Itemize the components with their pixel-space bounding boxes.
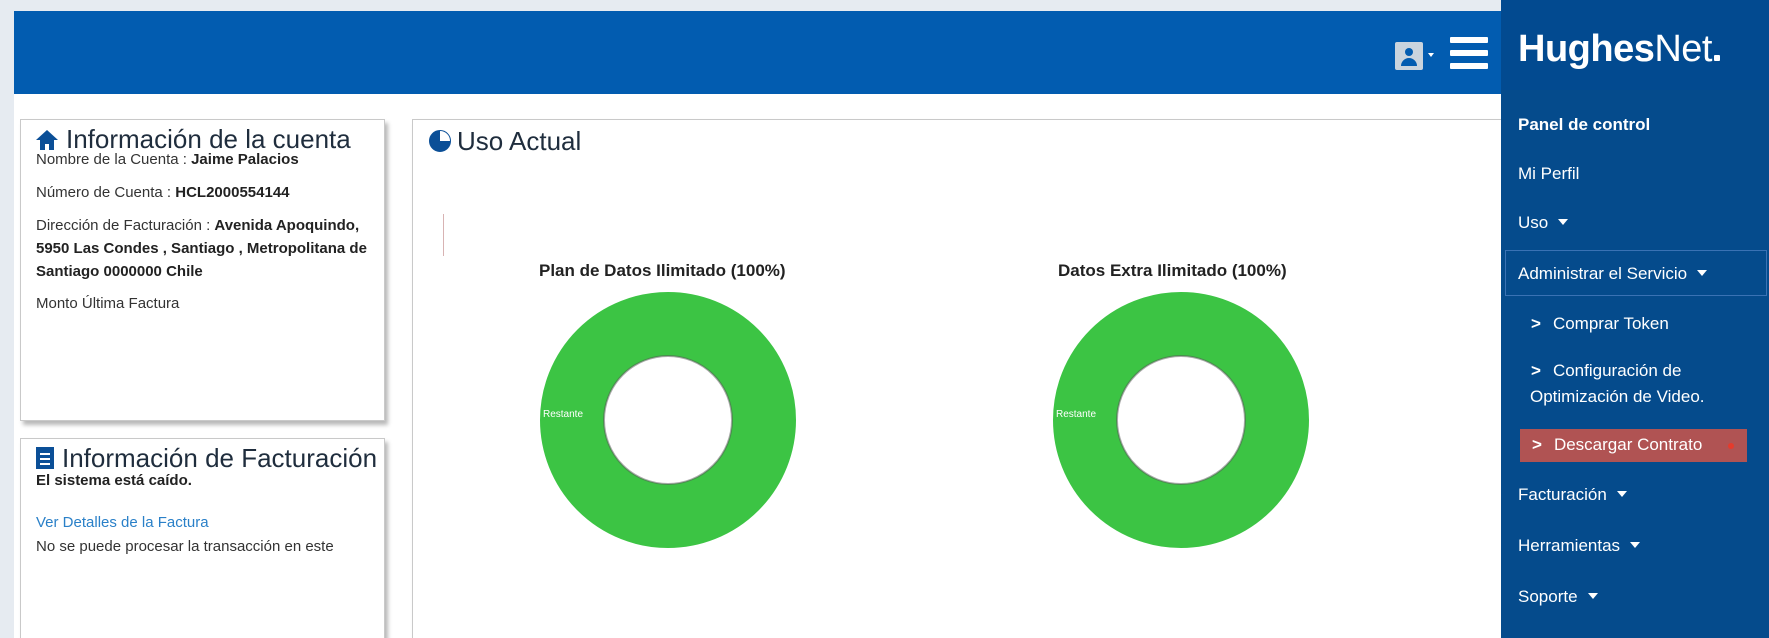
submenu-configuracion-video[interactable]: > Configuración de — [1531, 358, 1681, 384]
account-number-row: Número de Cuenta : HCL2000554144 — [36, 184, 290, 201]
submenu-descargar-contrato[interactable]: > Descargar Contrato — [1520, 429, 1747, 462]
menu-facturacion[interactable]: Facturación — [1518, 485, 1627, 505]
menu-panel-de-control[interactable]: Panel de control — [1518, 115, 1650, 135]
pie-chart-icon — [429, 130, 451, 152]
submenu-configuracion-video-line2[interactable]: Optimización de Video. — [1530, 384, 1705, 410]
chart2-ring — [1053, 292, 1309, 548]
user-dropdown-caret-icon[interactable] — [1428, 53, 1434, 57]
chart1-slice-label: Restante — [543, 409, 583, 420]
chart1-title: Plan de Datos Ilimitado (100%) — [539, 261, 786, 280]
chevron-down-icon — [1630, 542, 1641, 548]
sidebar: HughesNet Panel de control Mi Perfil Uso… — [1501, 0, 1769, 638]
chart2-donut: Restante — [1053, 292, 1309, 548]
chevron-down-icon — [1558, 219, 1569, 225]
user-icon[interactable] — [1395, 42, 1423, 70]
brand-band: HughesNet — [1501, 0, 1769, 90]
chart1-inner-edge — [603, 355, 733, 485]
chart2-inner-edge — [1116, 355, 1246, 485]
billing-info-card: Información de Facturación El sistema es… — [20, 438, 385, 638]
billing-status: El sistema está caído. — [36, 472, 192, 489]
descargar-contrato-label: > Descargar Contrato — [1532, 435, 1703, 454]
invoice-details-link[interactable]: Ver Detalles de la Factura — [36, 510, 209, 536]
top-header-bar — [14, 11, 1514, 94]
menu-herramientas[interactable]: Herramientas — [1518, 536, 1641, 556]
billing-message: No se puede procesar la transacción en e… — [36, 538, 334, 555]
chevron-down-icon — [1587, 593, 1598, 599]
menu-uso[interactable]: Uso — [1518, 213, 1569, 233]
red-dot-indicator — [1728, 443, 1734, 449]
menu-soporte[interactable]: Soporte — [1518, 587, 1598, 607]
account-name-row: Nombre de la Cuenta : Jaime Palacios — [36, 151, 299, 168]
billing-address-line3: Santiago 0000000 Chile — [36, 263, 203, 280]
chart2-slice-label: Restante — [1056, 409, 1096, 420]
menu-administrar-servicio[interactable]: Administrar el Servicio — [1518, 264, 1708, 284]
hamburger-menu-icon[interactable] — [1450, 34, 1488, 72]
usage-title: Uso Actual — [429, 126, 581, 157]
chevron-down-icon — [1697, 270, 1708, 276]
submenu-comprar-token[interactable]: > Comprar Token — [1531, 311, 1669, 337]
menu-mi-perfil[interactable]: Mi Perfil — [1518, 164, 1579, 184]
chart-marker-line — [443, 214, 444, 256]
account-info-card: Información de la cuenta Nombre de la Cu… — [20, 119, 385, 421]
last-invoice-label: Monto Última Factura — [36, 295, 180, 312]
chart2-title: Datos Extra Ilimitado (100%) — [1058, 261, 1287, 280]
chevron-down-icon — [1616, 491, 1627, 497]
brand-logo[interactable]: HughesNet — [1518, 28, 1720, 71]
usage-card: Uso Actual Plan de Datos Ilimitado (100%… — [412, 119, 1534, 638]
chart1-donut: Restante — [540, 292, 796, 548]
chart1-ring — [540, 292, 796, 548]
